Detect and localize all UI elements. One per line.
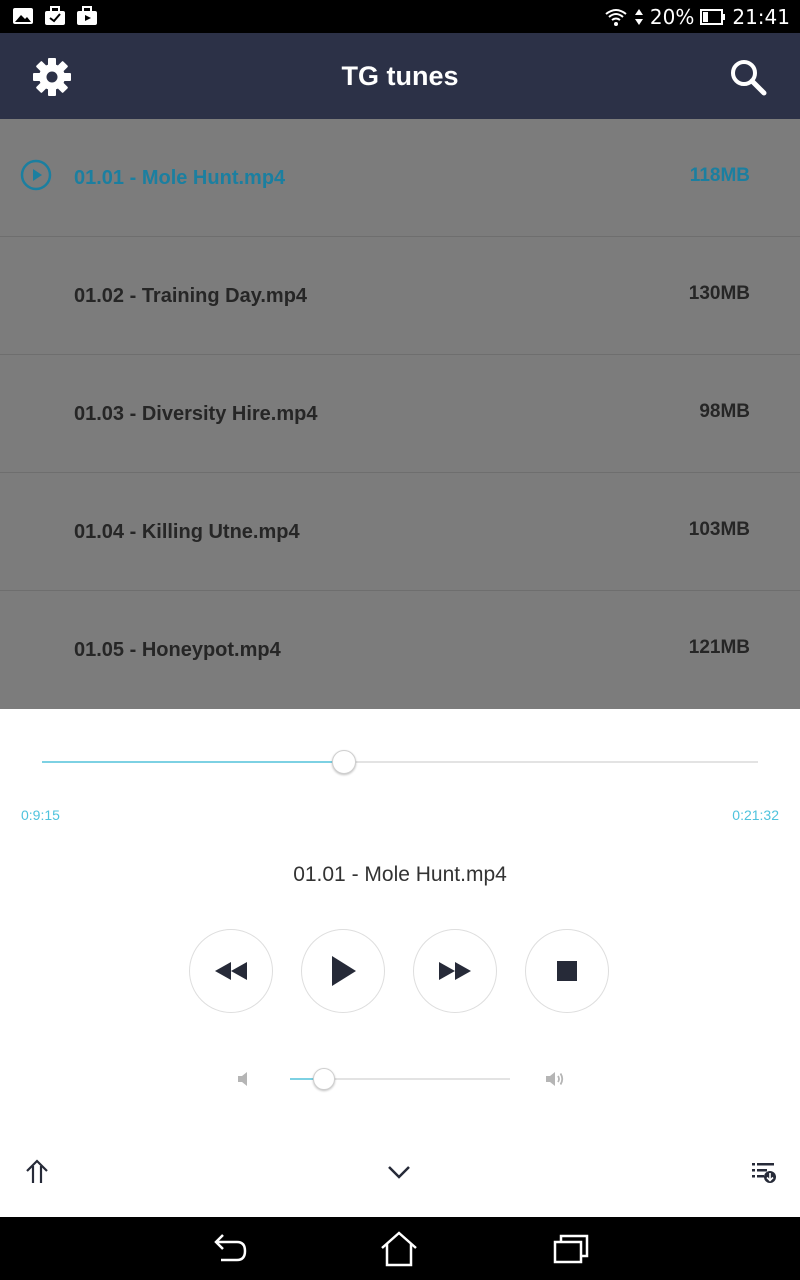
home-button[interactable] — [377, 1229, 421, 1269]
volume-thumb[interactable] — [313, 1068, 335, 1090]
battery-percent: 20% — [649, 5, 695, 29]
list-item-size: 103MB — [688, 519, 750, 540]
list-item-name: 01.03 - Diversity Hire.mp4 — [74, 403, 318, 425]
status-notifications — [12, 6, 98, 26]
clock: 21:41 — [732, 5, 790, 29]
briefcase-play-icon — [77, 6, 97, 25]
list-item-size: 130MB — [688, 283, 750, 304]
list-item-name: 01.04 - Killing Utne.mp4 — [74, 521, 300, 543]
battery-icon — [700, 9, 726, 25]
recents-button[interactable] — [549, 1229, 593, 1269]
status-system: 20% 21:41 — [604, 5, 790, 29]
volume-low-icon — [238, 1072, 247, 1086]
stop-icon — [557, 961, 577, 981]
list-item[interactable]: 01.05 - Honeypot.mp4 121MB — [0, 591, 800, 708]
fast-forward-icon — [439, 962, 471, 980]
rewind-button[interactable] — [189, 929, 273, 1013]
list-item-size: 98MB — [699, 401, 750, 422]
volume-high-icon — [546, 1072, 564, 1086]
back-icon — [214, 1234, 247, 1262]
minimize-player-button[interactable] — [384, 1157, 414, 1187]
list-item[interactable]: 01.02 - Training Day.mp4 130MB — [0, 237, 800, 355]
home-icon — [381, 1231, 417, 1267]
play-button[interactable] — [301, 929, 385, 1013]
search-icon — [731, 60, 767, 96]
list-item-size: 121MB — [688, 637, 750, 658]
seek-progress — [42, 761, 343, 763]
briefcase-check-icon — [45, 6, 65, 25]
data-arrows-icon — [634, 9, 643, 25]
wifi-icon — [605, 9, 627, 26]
status-bar: 20% 21:41 — [0, 0, 800, 33]
playing-indicator-icon — [20, 159, 52, 191]
volume-slider[interactable] — [290, 1068, 510, 1090]
player-panel: 0:9:15 0:21:32 01.01 - Mole Hunt.mp4 — [0, 709, 800, 1217]
app-title: TG tunes — [341, 61, 459, 91]
navigation-bar — [0, 1217, 800, 1280]
fast-forward-button[interactable] — [413, 929, 497, 1013]
collapse-up-button[interactable] — [22, 1157, 52, 1187]
app-bar: TG tunes — [0, 33, 800, 119]
now-playing-title: 01.01 - Mole Hunt.mp4 — [293, 863, 507, 886]
chevron-down-icon — [388, 1166, 410, 1179]
list-item-name: 01.02 - Training Day.mp4 — [74, 285, 308, 307]
search-button[interactable] — [726, 55, 770, 99]
stop-button[interactable] — [525, 929, 609, 1013]
playlist-button[interactable] — [749, 1157, 779, 1187]
list-item-name: 01.01 - Mole Hunt.mp4 — [74, 167, 286, 189]
recents-icon — [553, 1234, 589, 1264]
total-time: 0:21:32 — [732, 807, 779, 823]
collapse-up-icon — [26, 1159, 48, 1183]
list-item[interactable]: 01.01 - Mole Hunt.mp4 118MB — [0, 119, 800, 237]
file-list: 01.01 - Mole Hunt.mp4 118MB 01.02 - Trai… — [0, 119, 800, 709]
rewind-icon — [215, 962, 247, 980]
gallery-icon — [13, 8, 33, 24]
list-item-size: 118MB — [689, 165, 750, 186]
play-icon — [332, 956, 356, 986]
list-item-name: 01.05 - Honeypot.mp4 — [74, 639, 281, 661]
seek-bar[interactable] — [42, 750, 758, 774]
playlist-download-icon — [752, 1163, 776, 1183]
list-item[interactable]: 01.03 - Diversity Hire.mp4 98MB — [0, 355, 800, 473]
back-button[interactable] — [207, 1229, 251, 1269]
seek-thumb[interactable] — [331, 750, 356, 774]
elapsed-time: 0:9:15 — [21, 807, 60, 823]
list-item[interactable]: 01.04 - Killing Utne.mp4 103MB — [0, 473, 800, 591]
